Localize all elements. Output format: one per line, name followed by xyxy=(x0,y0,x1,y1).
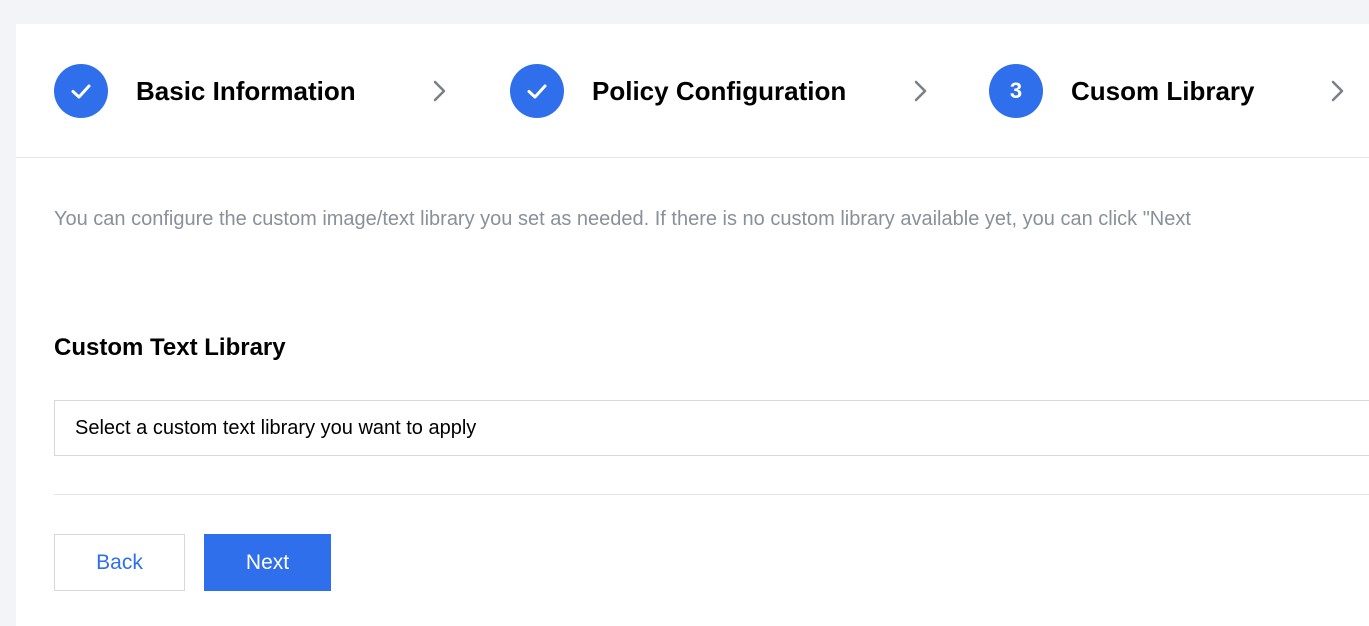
custom-text-library-select[interactable]: Select a custom text library you want to… xyxy=(54,400,1369,456)
step-basic-information[interactable]: Basic Information xyxy=(54,64,356,118)
wizard-card: Basic Information Policy Configuration 3… xyxy=(16,24,1369,626)
custom-text-library-title: Custom Text Library xyxy=(54,334,286,361)
step-1-label: Basic Information xyxy=(136,75,356,106)
next-button[interactable]: Next xyxy=(204,534,331,591)
check-icon xyxy=(527,84,547,99)
intro-text: You can configure the custom image/text … xyxy=(54,208,1191,230)
step-3-number: 3 xyxy=(1009,78,1023,103)
step-2-label: Policy Configuration xyxy=(592,75,847,106)
back-button[interactable]: Back xyxy=(54,534,185,591)
chevron-right-icon xyxy=(433,80,446,102)
step-2-circle xyxy=(510,64,564,118)
step-policy-configuration[interactable]: Policy Configuration xyxy=(510,64,846,118)
chevron-right-icon xyxy=(1331,80,1344,102)
step-3-label: Cusom Library xyxy=(1071,75,1255,106)
chevron-right-icon xyxy=(914,80,927,102)
step-custom-library[interactable]: 3 Cusom Library xyxy=(989,64,1255,118)
steps-bar: Basic Information Policy Configuration 3… xyxy=(16,24,1369,158)
step-3-circle: 3 xyxy=(989,64,1043,118)
check-icon xyxy=(71,84,91,99)
select-placeholder: Select a custom text library you want to… xyxy=(75,416,477,439)
divider xyxy=(54,494,1369,495)
step-1-circle xyxy=(54,64,108,118)
